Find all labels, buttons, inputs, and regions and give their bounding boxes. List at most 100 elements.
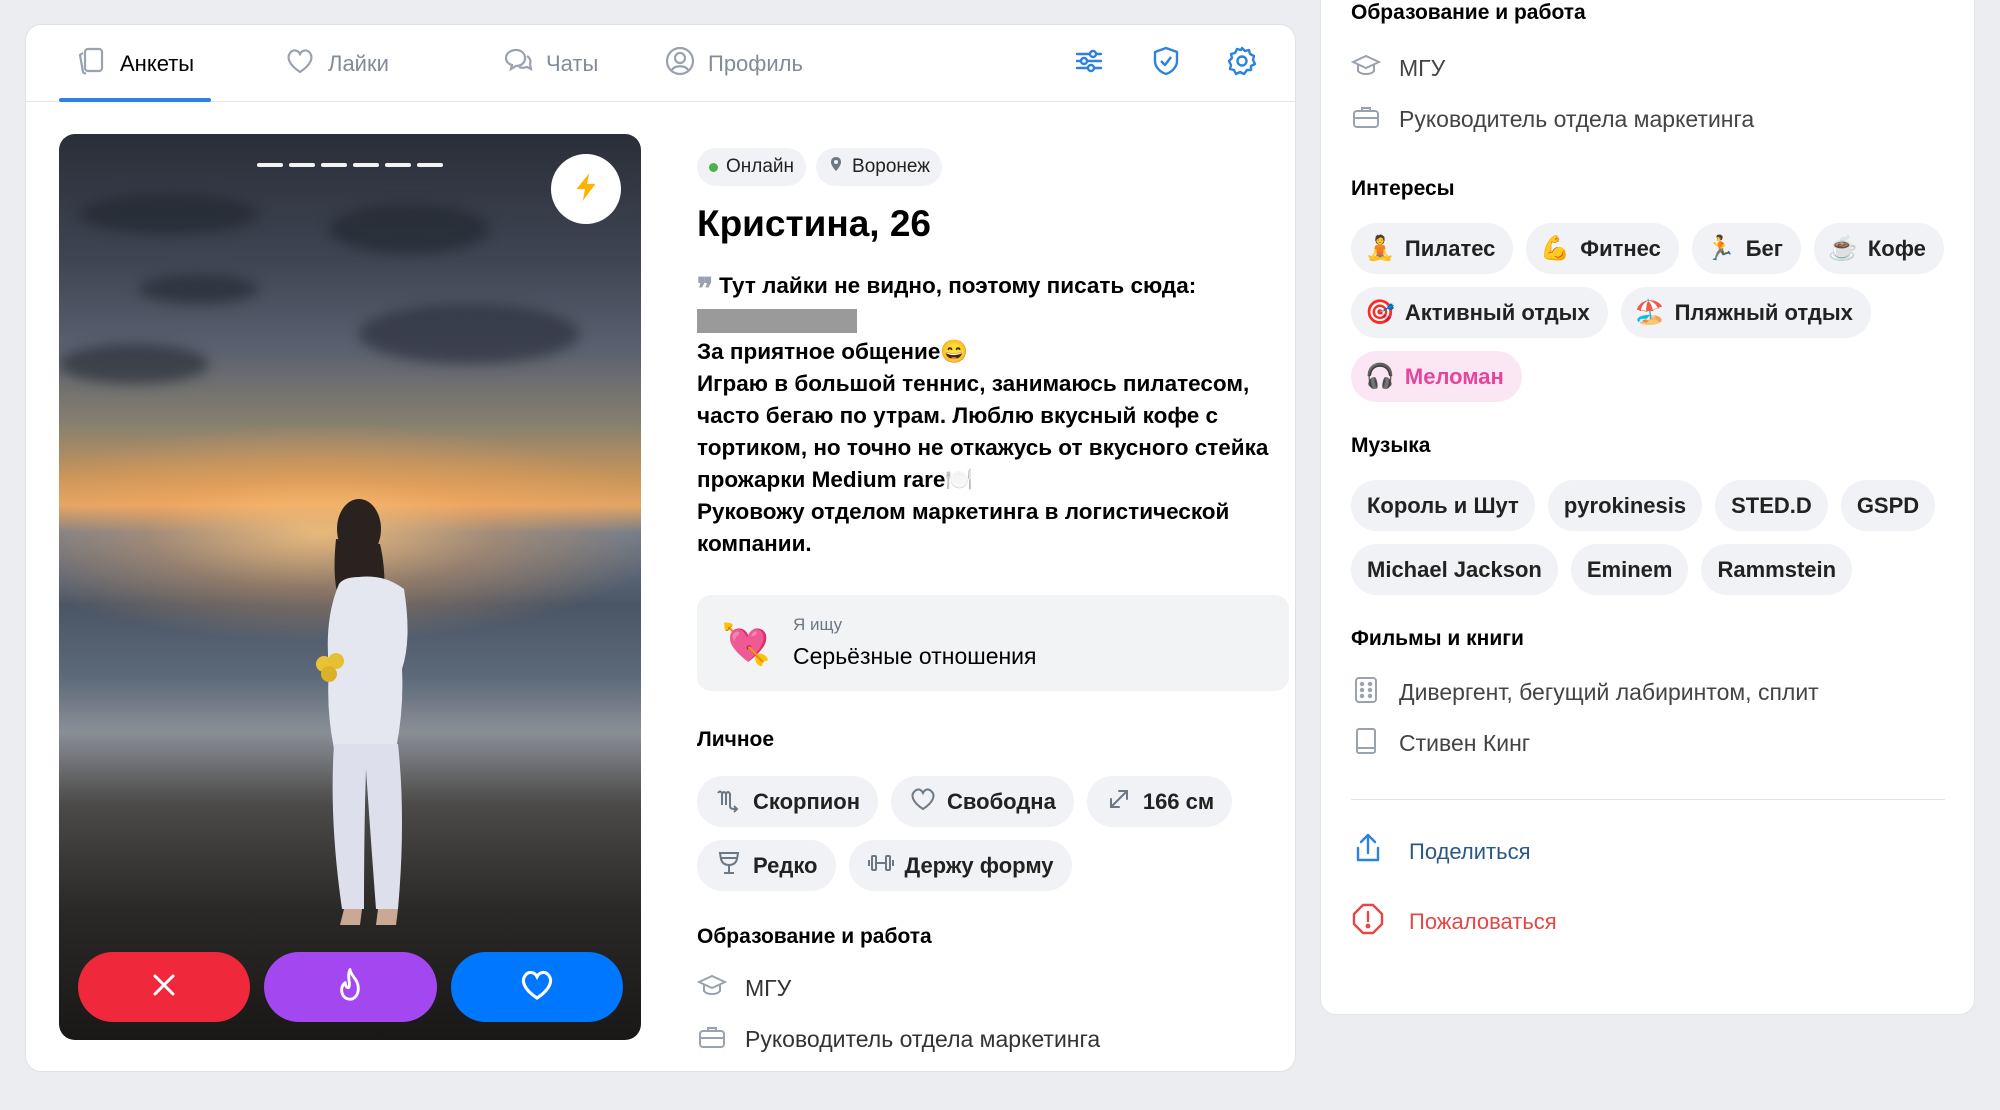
- music-artist: STED.D: [1715, 480, 1828, 531]
- profile-card: Анкеты Лайки Чаты Профиль Онлайн Воронеж…: [25, 24, 1296, 1072]
- profile-info: Онлайн Воронеж Кристина, 26 ❞ Тут лайки н…: [696, 148, 1295, 1065]
- active-tab-indicator: [59, 98, 211, 102]
- interest-music-lover: 🎧 Меломан: [1351, 351, 1522, 402]
- interest-fitness: 💪 Фитнес: [1526, 223, 1679, 274]
- city-badge: Воронеж: [816, 148, 942, 186]
- music-artist: pyrokinesis: [1547, 480, 1703, 531]
- divider: [1351, 799, 1945, 800]
- book-icon: [1351, 726, 1381, 762]
- cards-icon: [76, 45, 108, 83]
- interest-active-rest: 🎯 Активный отдых: [1351, 287, 1608, 338]
- books-row: Стивен Кинг: [1351, 718, 1945, 769]
- share-link[interactable]: Поделиться: [1351, 832, 1945, 872]
- film-strip-icon: [1351, 675, 1381, 711]
- target-icon: 🎯: [1365, 299, 1395, 326]
- films-title: Фильмы и книги: [1351, 627, 1524, 650]
- music-title: Музыка: [1351, 434, 1431, 457]
- education-list: МГУ Руководитель отдела маркетинга: [696, 963, 1295, 1065]
- pilates-icon: 🧘: [1365, 235, 1395, 262]
- interests-list: 🧘 Пилатес 💪 Фитнес 🏃 Бег ☕ Кофе 🎯 Активный от…: [1351, 223, 1945, 402]
- profile-name: Кристина, 26: [697, 203, 932, 244]
- settings-button[interactable]: [1224, 45, 1260, 81]
- safety-button[interactable]: [1148, 45, 1184, 81]
- pill-height: 166 см: [1086, 776, 1233, 827]
- tab-likes[interactable]: Лайки: [284, 25, 389, 102]
- interests-title: Интересы: [1351, 177, 1455, 200]
- headphones-icon: 🎧: [1365, 363, 1395, 390]
- music-artist: Eminem: [1570, 544, 1689, 595]
- personal-list: Скорпион Свободна 166 см Редко Держу фор…: [697, 776, 1295, 891]
- briefcase-icon: [697, 1022, 727, 1058]
- profile-bio: За приятное общение😄 Играю в большой тен…: [697, 339, 1269, 556]
- pill-alcohol: Редко: [697, 840, 836, 891]
- profile-icon: [664, 45, 696, 83]
- pill-sport: Держу форму: [848, 840, 1072, 891]
- lightning-icon: [569, 170, 603, 209]
- share-icon: [1351, 832, 1385, 872]
- music-artist: Rammstein: [1701, 544, 1853, 595]
- photo-progress: [257, 163, 443, 167]
- like-button[interactable]: [450, 952, 623, 1022]
- boost-button[interactable]: [551, 154, 621, 224]
- heart-icon: [284, 45, 316, 83]
- heart-icon: [518, 966, 556, 1009]
- settings-icon: [1226, 45, 1258, 82]
- briefcase-icon: [1351, 102, 1381, 138]
- profile-quote: ❞ Тут лайки не видно, поэтому писать сюда…: [697, 270, 1295, 333]
- side-education-title: Образование и работа: [1351, 1, 1586, 24]
- action-buttons: [78, 952, 623, 1022]
- education-title: Образование и работа: [697, 925, 932, 948]
- superlike-button[interactable]: [264, 952, 437, 1022]
- graduation-cap-icon: [1350, 51, 1382, 87]
- height-arrows-icon: [1105, 785, 1133, 819]
- fire-icon: [331, 966, 369, 1009]
- dislike-button[interactable]: [78, 952, 251, 1022]
- music-list: Король и Шут pyrokinesis STED.D GSPD Mic…: [1351, 480, 1945, 595]
- graduation-cap-icon: [696, 971, 728, 1007]
- shield-check-icon: [1150, 45, 1182, 82]
- interest-running: 🏃 Бег: [1691, 223, 1801, 274]
- pill-relationship: Свободна: [891, 776, 1074, 827]
- looking-for-block: 💘 Я ищу Серьёзные отношения: [697, 595, 1289, 691]
- side-university-row: МГУ: [1350, 43, 1945, 94]
- filters-button[interactable]: [1071, 45, 1107, 81]
- tab-cards[interactable]: Анкеты: [76, 25, 194, 102]
- job-row: Руководитель отдела маркетинга: [697, 1014, 1295, 1065]
- location-pin-icon: [828, 156, 844, 178]
- muscle-icon: 💪: [1540, 235, 1571, 262]
- interest-coffee: ☕ Кофе: [1813, 223, 1944, 274]
- close-icon: [148, 969, 180, 1006]
- quote-icon: ❞: [697, 273, 714, 306]
- coffee-icon: ☕: [1827, 235, 1858, 262]
- films-row: Дивергент, бегущий лабиринтом, сплит: [1351, 667, 1945, 718]
- online-dot-icon: [709, 162, 718, 172]
- pill-zodiac: Скорпион: [697, 776, 879, 827]
- wine-glass-icon: [715, 849, 743, 883]
- university-row: МГУ: [696, 963, 1295, 1014]
- personal-title: Личное: [697, 728, 775, 751]
- tab-chats[interactable]: Чаты: [502, 25, 598, 102]
- interest-beach: 🏖️ Пляжный отдых: [1620, 287, 1871, 338]
- filters-icon: [1073, 45, 1105, 82]
- interest-pilates: 🧘 Пилатес: [1351, 223, 1514, 274]
- chats-icon: [502, 45, 534, 83]
- music-artist: Король и Шут: [1351, 480, 1535, 531]
- side-job-row: Руководитель отдела маркетинга: [1351, 94, 1945, 145]
- warning-icon: [1351, 902, 1385, 942]
- details-panel: Образование и работа МГУ Руководитель от…: [1320, 0, 1975, 1015]
- tab-profile[interactable]: Профиль: [664, 25, 803, 102]
- profile-photo[interactable]: [59, 134, 641, 1040]
- online-status-badge: Онлайн: [697, 148, 807, 186]
- scorpio-icon: [715, 785, 743, 819]
- tab-bar: Анкеты Лайки Чаты Профиль: [26, 25, 1295, 102]
- report-link[interactable]: Пожаловаться: [1351, 902, 1945, 942]
- tab-chats-label: Чаты: [546, 50, 599, 76]
- tab-likes-label: Лайки: [328, 50, 389, 76]
- beach-icon: 🏖️: [1634, 299, 1665, 326]
- runner-icon: 🏃: [1705, 235, 1736, 262]
- cupid-heart-icon: 💘: [721, 623, 771, 667]
- person-figure: [316, 499, 408, 925]
- heart-outline-icon: [909, 785, 937, 819]
- redacted-contact: [697, 309, 857, 333]
- tab-cards-label: Анкеты: [120, 50, 195, 76]
